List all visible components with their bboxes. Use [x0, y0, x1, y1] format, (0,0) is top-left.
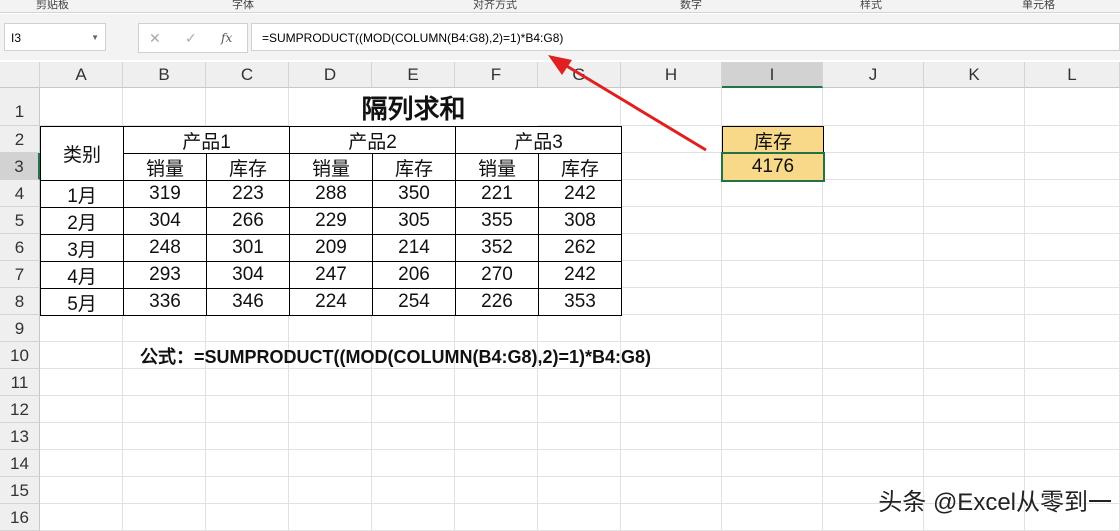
watermark: 头条 @Excel从零到一	[878, 489, 1112, 516]
annotation-arrow	[548, 55, 707, 152]
arrow-head-icon	[548, 55, 572, 75]
